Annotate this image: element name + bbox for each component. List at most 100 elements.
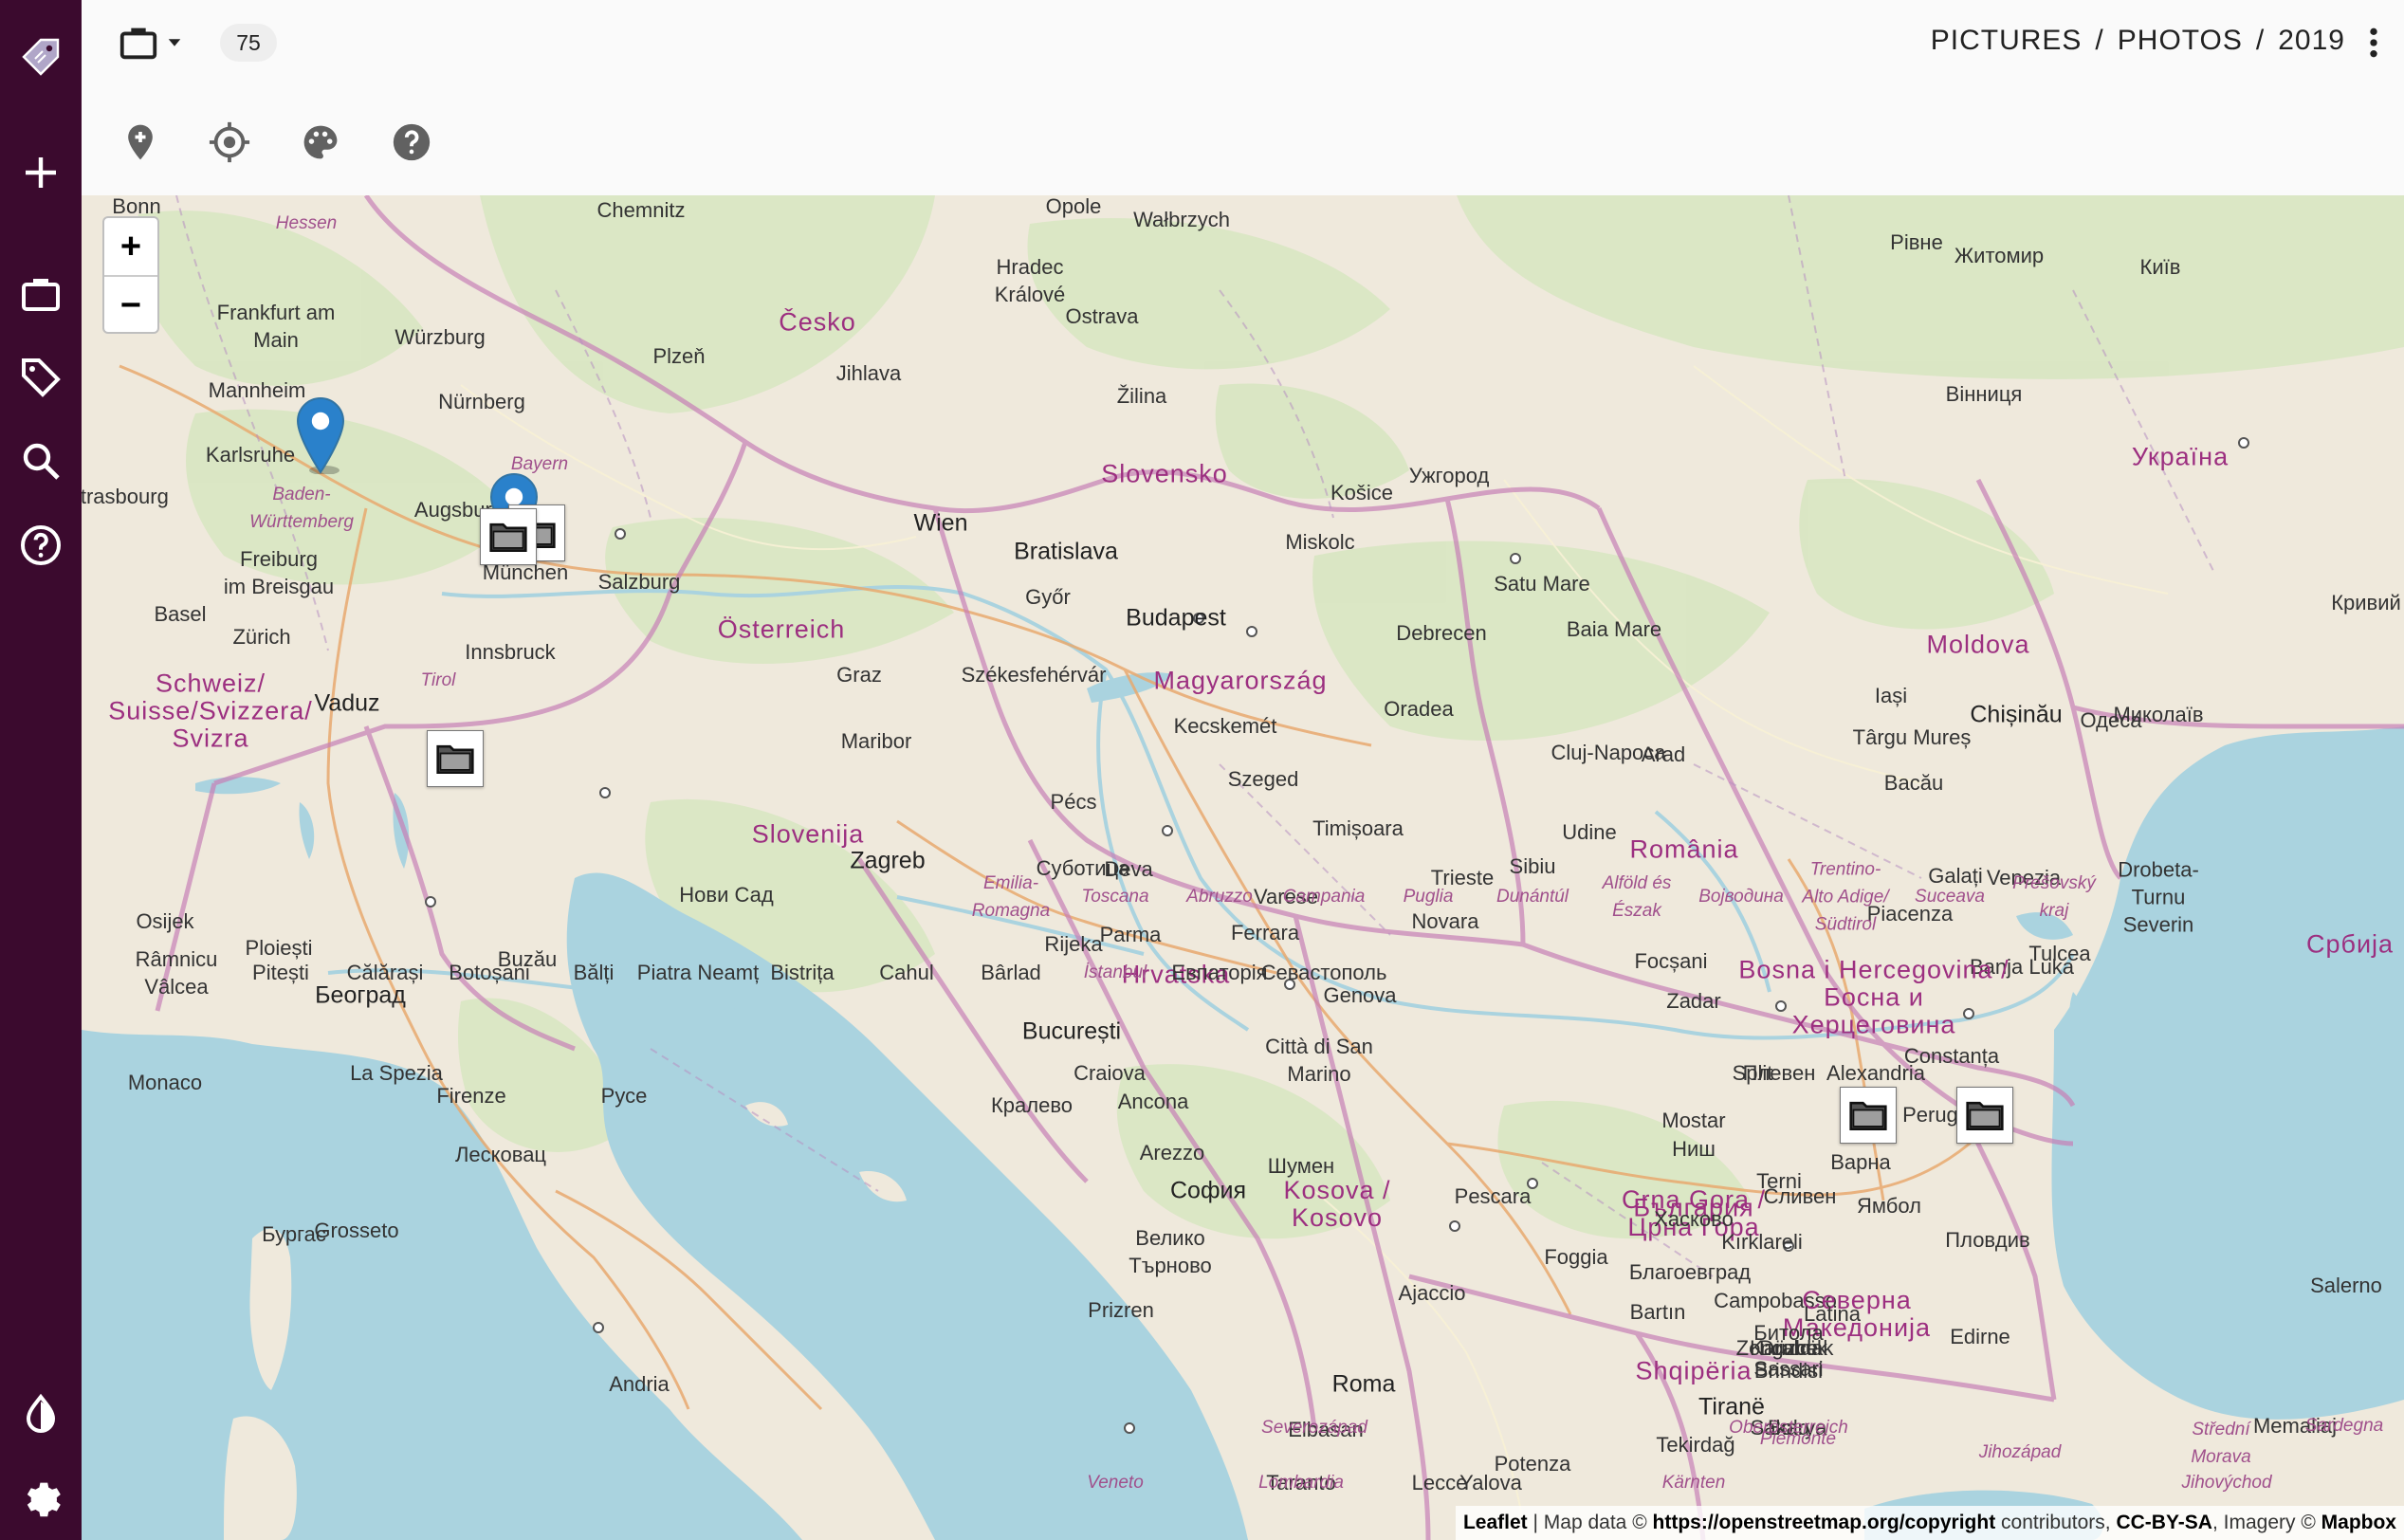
map-place-label: Cahul xyxy=(879,961,934,984)
briefcase-icon[interactable] xyxy=(12,266,69,322)
map-view[interactable]: Bonn Chemnitz Opole Wałbrzych Hradec Králové… xyxy=(82,195,2404,1540)
folder-marker[interactable] xyxy=(1840,1087,1897,1144)
map-place-label: Würzburg xyxy=(395,325,486,349)
album-selector[interactable] xyxy=(116,17,190,68)
location-pin[interactable] xyxy=(296,396,345,479)
map-place-label: Focșani xyxy=(1634,949,1708,973)
map-place-label: Slovenija xyxy=(751,819,865,849)
map-place-label: Opole xyxy=(1045,195,1102,218)
map-place-label: Zadar xyxy=(1666,989,1721,1013)
map-place-label: Кралево xyxy=(990,1093,1074,1117)
map-place-label: Kosova / Kosovo xyxy=(1283,1176,1391,1232)
map-place-label: Војводина xyxy=(1698,887,1784,907)
breadcrumb-2019[interactable]: 2019 xyxy=(2278,25,2345,57)
zoom-in-button[interactable]: + xyxy=(104,218,157,275)
map-attribution: Leaflet | Map data © https://openstreetm… xyxy=(1455,1506,2404,1540)
map-place-label: Terni xyxy=(1756,1169,1802,1193)
map-place-label: Piatra Neamț xyxy=(636,961,760,984)
map-place-label: Žilina xyxy=(1116,384,1167,408)
map-place-label: Campania xyxy=(1282,887,1366,907)
cc-by-sa-link[interactable]: CC-BY-SA xyxy=(2116,1512,2212,1533)
map-place-label: Ferrara xyxy=(1230,921,1300,944)
logo-icon[interactable] xyxy=(12,28,69,85)
breadcrumb-separator: / xyxy=(2255,25,2266,56)
map-place-label: Ploiești xyxy=(245,936,313,960)
osm-copyright-link[interactable]: https://openstreetmap.org/copyright xyxy=(1653,1512,1996,1533)
map-place-label: Mostar xyxy=(1661,1109,1726,1132)
folder-marker[interactable] xyxy=(480,508,537,565)
map-place-label: Brindisi xyxy=(1753,1359,1824,1383)
map-place-label: Yalova xyxy=(1459,1471,1522,1494)
map-place-label: Székesfehérvár xyxy=(961,663,1107,687)
search-icon[interactable] xyxy=(12,432,69,489)
map-place-label: Strasbourg xyxy=(82,485,169,508)
map-place-label: Kärnten xyxy=(1661,1473,1726,1493)
attribution-contributors: contributors, xyxy=(2001,1512,2111,1533)
folder-icon xyxy=(436,744,474,774)
briefcase-icon xyxy=(119,28,157,60)
map-place-label: Kırklareli xyxy=(1721,1230,1803,1254)
map-place-label: Košice xyxy=(1330,481,1394,504)
folder-icon xyxy=(489,522,527,552)
map-place-label: Bratislava xyxy=(1014,538,1118,565)
map-place-label: Grosseto xyxy=(314,1219,399,1242)
map-place-label: Timișoara xyxy=(1312,816,1404,840)
map-place-label: Târgu Mureș xyxy=(1852,725,1972,749)
map-place-label: Călărași xyxy=(346,961,424,984)
map-place-label: Благоевград xyxy=(1628,1260,1752,1284)
breadcrumb: PICTURES / PHOTOS / 2019 xyxy=(1931,25,2345,57)
theme-drop-icon[interactable] xyxy=(12,1386,69,1443)
map-place-label: Deva xyxy=(1104,857,1153,881)
map-place-label: Vaduz xyxy=(314,689,380,717)
map-place-label: Alexandria xyxy=(1826,1061,1925,1085)
leaflet-link[interactable]: Leaflet xyxy=(1463,1512,1528,1533)
help-icon[interactable] xyxy=(387,118,436,167)
palette-icon[interactable] xyxy=(296,118,345,167)
map-place-label: Baden- Württemberg xyxy=(249,485,354,532)
more-vert-icon[interactable] xyxy=(2353,19,2395,66)
map-place-label: Jihozápad xyxy=(1978,1442,2062,1462)
map-place-label: Mannheim xyxy=(208,378,306,402)
help-circle-icon[interactable] xyxy=(12,517,69,574)
crosshair-icon[interactable] xyxy=(205,118,254,167)
map-place-label: Debrecen xyxy=(1396,621,1487,645)
map-place-label: Genova xyxy=(1323,983,1397,1007)
map-place-label: Piemonte xyxy=(1759,1429,1837,1449)
tag-icon[interactable] xyxy=(12,349,69,406)
map-place-label: Freiburg im Breisgau xyxy=(223,547,335,598)
breadcrumb-photos[interactable]: PHOTOS xyxy=(2118,25,2243,57)
map-place-label: Бургас xyxy=(262,1222,326,1246)
folder-marker[interactable] xyxy=(1956,1087,2013,1144)
map-place-label: Andria xyxy=(609,1372,670,1396)
add-location-icon[interactable] xyxy=(116,118,165,167)
add-icon[interactable] xyxy=(12,144,69,201)
map-place-label: Râmnicu Vâlcea xyxy=(135,947,218,999)
map-place-label: Sibiu xyxy=(1509,854,1556,878)
map-place-label: Nürnberg xyxy=(438,390,525,413)
map-place-label: București xyxy=(1021,1018,1122,1045)
attribution-map-data: Map data © xyxy=(1543,1512,1647,1533)
map-place-label: Bârlad xyxy=(981,961,1041,984)
map-place-label: Veneto xyxy=(1087,1473,1144,1493)
map-place-label: Drobeta- Turnu Severin xyxy=(2118,857,2199,937)
zoom-out-button[interactable]: − xyxy=(104,275,157,334)
map-place-label: Slovensko xyxy=(1101,459,1228,488)
map-place-label: Karlsruhe xyxy=(205,443,296,467)
map-place-label: Schweiz/ Suisse/Svizzera/ Svizra xyxy=(108,669,313,753)
map-marker-icon xyxy=(296,396,345,475)
map-place-label: Emilia- Romagna xyxy=(971,873,1051,921)
folder-marker[interactable] xyxy=(427,730,484,787)
map-place-label: Хасково xyxy=(1654,1207,1734,1231)
map-place-label: Città di San Marino xyxy=(1265,1035,1373,1086)
settings-icon[interactable] xyxy=(12,1470,69,1527)
map-place-label: Hradec Králové xyxy=(994,255,1066,306)
map-place-label: Кривий xyxy=(2331,591,2401,614)
map-place-label: Bălți xyxy=(573,961,615,984)
map-place-label: România xyxy=(1629,834,1739,864)
map-place-label: Житомир xyxy=(1954,244,2045,267)
mapbox-link[interactable]: Mapbox xyxy=(2321,1512,2396,1533)
map-place-label: Edirne xyxy=(1950,1325,2010,1348)
map-place-label: Pécs xyxy=(1050,790,1097,814)
breadcrumb-pictures[interactable]: PICTURES xyxy=(1931,25,2083,57)
map-place-label: Frankfurt am Main xyxy=(216,301,336,352)
